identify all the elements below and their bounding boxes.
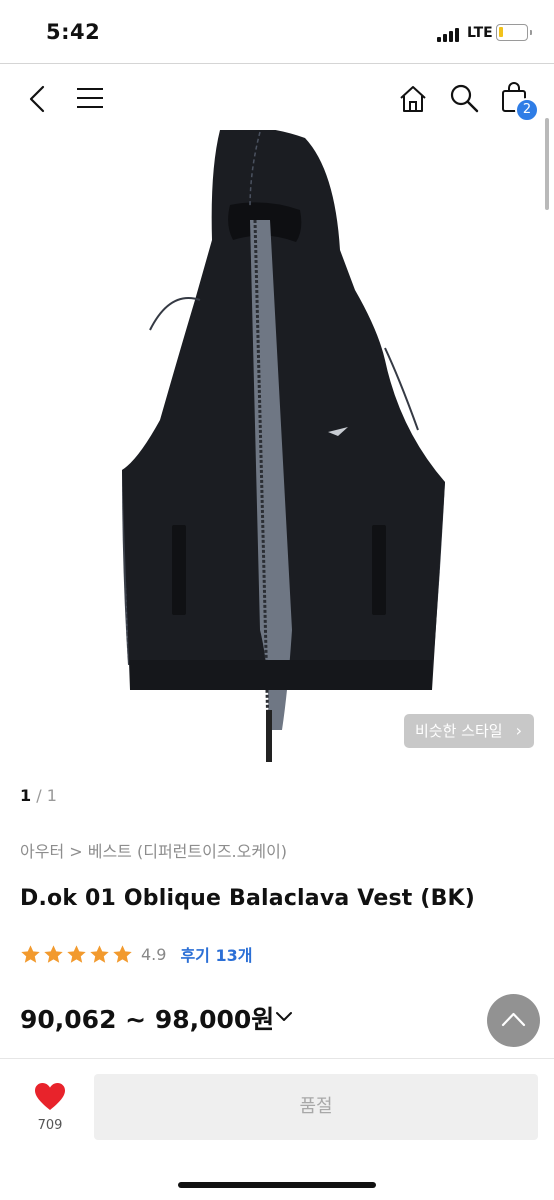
price-range: 90,062 ~ 98,000원	[20, 1005, 275, 1034]
product-rating: 4.9 후기 13개	[20, 940, 252, 968]
status-bar: 5:42 LTE	[0, 0, 554, 64]
chevron-down-icon[interactable]	[274, 1010, 294, 1024]
heart-icon[interactable]	[34, 1082, 66, 1112]
star-icon	[44, 944, 63, 963]
breadcrumb[interactable]: 아우터 > 베스트 (디퍼런트이즈.오케이)	[20, 838, 287, 862]
product-image[interactable]	[100, 130, 460, 770]
like-count: 709	[37, 1118, 63, 1133]
cellular-signal-icon	[437, 28, 463, 42]
chevron-up-icon	[501, 1012, 526, 1027]
scroll-to-top-button[interactable]	[487, 994, 540, 1047]
star-icon	[113, 944, 132, 963]
pager-current: 1	[20, 786, 32, 805]
soldout-button[interactable]: 품절	[94, 1074, 538, 1140]
status-time: 5:42	[46, 20, 101, 44]
home-indicator	[178, 1182, 376, 1188]
hamburger-menu-icon[interactable]	[76, 86, 104, 110]
similar-style-label: 비슷한 스타일	[415, 722, 503, 740]
rating-score: 4.9	[141, 944, 167, 964]
similar-style-button[interactable]: 비슷한 스타일 ›	[404, 714, 534, 748]
top-navigation: 2	[0, 64, 554, 134]
pager-separator: /	[36, 786, 42, 805]
search-icon[interactable]	[449, 83, 479, 113]
battery-icon	[496, 24, 532, 41]
home-icon[interactable]	[398, 84, 428, 114]
scrollbar[interactable]	[545, 118, 549, 210]
star-icon	[21, 944, 40, 963]
pager-total: 1	[46, 786, 57, 805]
star-rating	[20, 944, 135, 965]
product-title: D.ok 01 Oblique Balaclava Vest (BK)	[20, 886, 476, 911]
reviews-link[interactable]: 후기 13개	[180, 942, 252, 966]
chevron-right-icon: ›	[515, 721, 522, 740]
star-icon	[67, 944, 86, 963]
chevron-left-icon[interactable]	[26, 84, 50, 114]
network-label: LTE	[467, 25, 493, 41]
cart-count-badge[interactable]: 2	[515, 98, 539, 122]
star-icon	[90, 944, 109, 963]
image-pager: 1 / 1	[20, 786, 57, 805]
